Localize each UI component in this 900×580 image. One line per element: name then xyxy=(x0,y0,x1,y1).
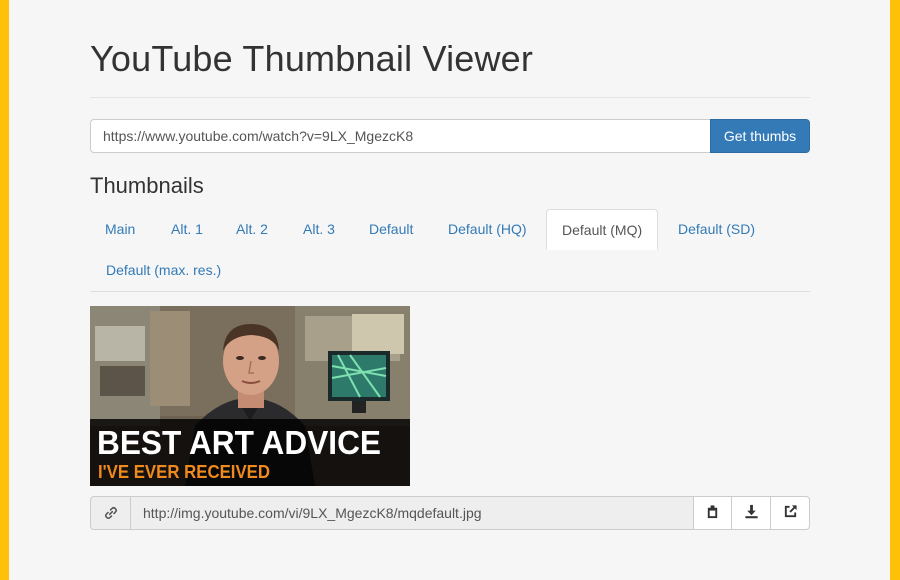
url-form: Get thumbs xyxy=(90,119,810,153)
tab-default-hq[interactable]: Default (HQ) xyxy=(433,209,542,250)
external-link-icon xyxy=(783,504,798,522)
divider xyxy=(90,97,810,98)
download-icon xyxy=(744,504,759,522)
copy-button[interactable] xyxy=(693,496,732,530)
thumbnail-image: BEST ART ADVICE I'VE EVER RECEIVED xyxy=(90,306,410,486)
tab-alt-1[interactable]: Alt. 1 xyxy=(156,209,218,250)
link-icon xyxy=(90,496,130,530)
tab-alt-2[interactable]: Alt. 2 xyxy=(221,209,283,250)
thumbnail-caption-line-1: BEST ART ADVICE xyxy=(97,424,381,461)
tab-default-sd[interactable]: Default (SD) xyxy=(663,209,770,250)
get-thumbs-button[interactable]: Get thumbs xyxy=(710,119,810,153)
tab-main[interactable]: Main xyxy=(90,209,150,250)
tab-default[interactable]: Default xyxy=(354,209,428,250)
download-button[interactable] xyxy=(732,496,771,530)
tab-default-mq[interactable]: Default (MQ) xyxy=(546,209,659,250)
tab-default-max-res[interactable]: Default (max. res.) xyxy=(91,250,236,291)
image-url-group xyxy=(90,496,810,530)
copy-icon xyxy=(705,504,720,522)
video-url-input[interactable] xyxy=(90,119,710,153)
image-url-field[interactable] xyxy=(130,496,693,530)
page: YouTube Thumbnail Viewer Get thumbs Thum… xyxy=(9,0,890,580)
thumbnail-tabs: Main Alt. 1 Alt. 2 Alt. 3 Default Defaul… xyxy=(90,209,810,292)
tab-alt-3[interactable]: Alt. 3 xyxy=(288,209,350,250)
thumbnail-caption-line-2: I'VE EVER RECEIVED xyxy=(98,462,270,482)
tabs-divider xyxy=(90,291,810,292)
page-title: YouTube Thumbnail Viewer xyxy=(90,38,534,79)
thumbnails-heading: Thumbnails xyxy=(90,173,204,198)
open-in-new-tab-button[interactable] xyxy=(771,496,810,530)
